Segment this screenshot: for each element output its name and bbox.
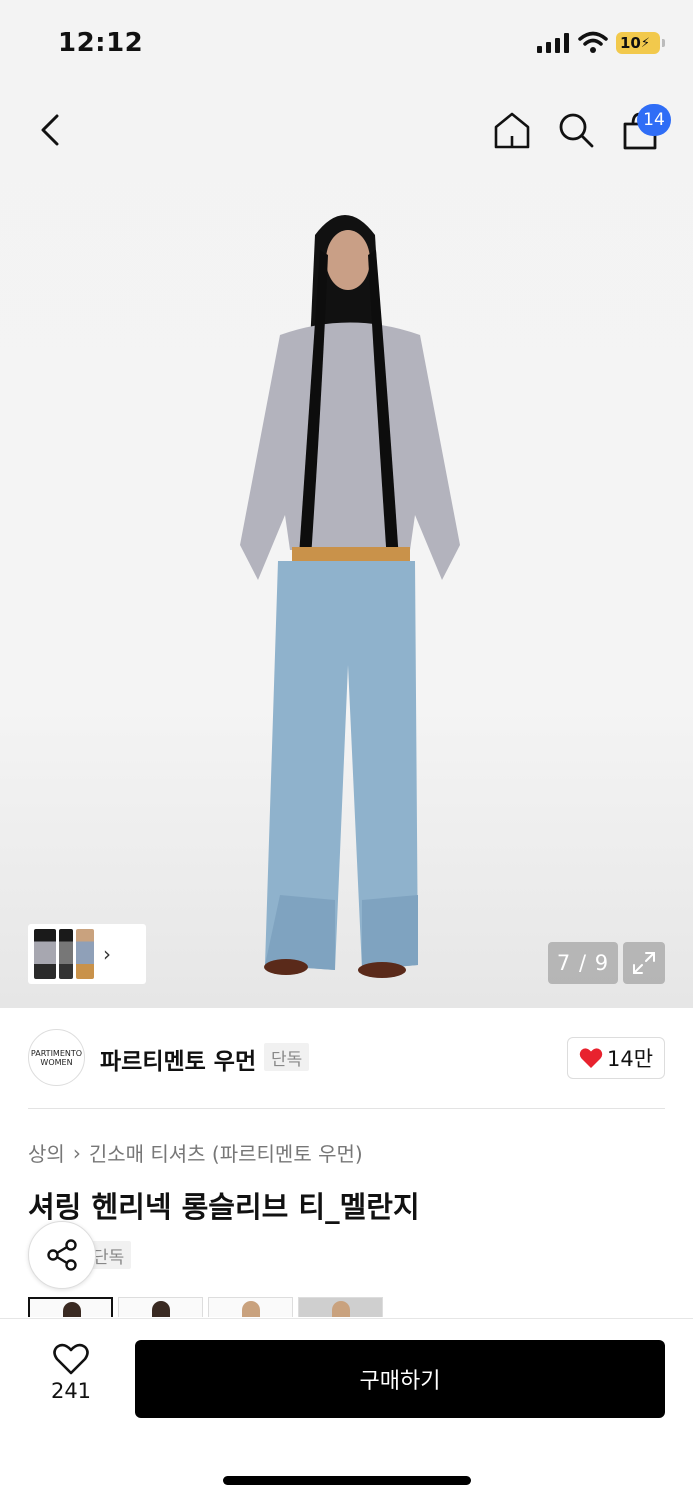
back-button[interactable] — [30, 108, 70, 152]
status-bar: 12:12 10 ⚡ — [0, 0, 693, 90]
battery-nub — [662, 39, 665, 47]
back-icon — [41, 114, 59, 146]
brand-name[interactable]: 파르티멘토 우먼 — [100, 1042, 256, 1076]
home-button[interactable] — [488, 106, 536, 154]
buy-button[interactable]: 구매하기 — [135, 1340, 665, 1418]
wifi-icon — [578, 31, 608, 53]
variant-thumbnail — [63, 1302, 81, 1317]
image-counter: 7 / 9 — [548, 942, 618, 984]
wishlist-count: 241 — [50, 1379, 92, 1403]
heart-outline-icon — [53, 1343, 89, 1375]
thumbnail-image — [59, 929, 73, 979]
chevron-right-icon: › — [72, 1140, 81, 1165]
expand-icon — [633, 952, 655, 974]
color-variant[interactable] — [208, 1297, 293, 1317]
variant-thumbnail — [332, 1301, 350, 1317]
signal-icon — [537, 33, 569, 53]
brand-logo-subtext: WOMEN — [40, 1057, 73, 1067]
color-variant[interactable] — [28, 1297, 113, 1317]
variant-thumbnail — [152, 1301, 170, 1317]
share-button[interactable] — [28, 1221, 96, 1289]
home-indicator — [223, 1476, 471, 1485]
heart-icon — [579, 1048, 603, 1068]
color-variant-list — [28, 1297, 383, 1317]
brand-logo[interactable]: PARTIMENTO WOMEN — [28, 1029, 85, 1086]
breadcrumb-subcategory[interactable]: 긴소매 티셔츠 (파르티멘토 우먼) — [89, 1138, 363, 1167]
breadcrumb-category[interactable]: 상의 — [28, 1138, 65, 1167]
exclusive-badge: 단독 — [264, 1043, 310, 1071]
product-image-gallery[interactable]: 14 › 7 / 9 — [0, 0, 693, 1008]
thumbnail-strip[interactable]: › — [28, 924, 146, 984]
brand-like-button[interactable]: 14만 — [567, 1037, 665, 1079]
share-icon — [47, 1239, 77, 1271]
variant-thumbnail — [242, 1301, 260, 1317]
wishlist-button[interactable]: 241 — [40, 1343, 102, 1415]
color-variant[interactable] — [118, 1297, 203, 1317]
brand-like-count: 14만 — [606, 1047, 654, 1071]
chevron-right-icon: › — [103, 942, 111, 966]
thumbnail-image — [76, 929, 94, 979]
thumbnail-image — [34, 929, 56, 979]
home-icon — [494, 112, 530, 149]
breadcrumb: 상의 › 긴소매 티셔츠 (파르티멘토 우먼) — [28, 1138, 363, 1167]
search-icon — [559, 113, 594, 148]
cart-count-badge: 14 — [637, 104, 671, 136]
brand-logo-text: PARTIMENTO — [30, 1048, 83, 1058]
product-photo — [240, 215, 460, 978]
battery-indicator: 10 ⚡ — [616, 32, 660, 54]
divider — [28, 1108, 665, 1109]
color-variant[interactable] — [298, 1297, 383, 1317]
search-button[interactable] — [552, 106, 600, 154]
status-time: 12:12 — [58, 28, 144, 58]
expand-button[interactable] — [623, 942, 665, 984]
charging-icon: ⚡ — [640, 35, 651, 51]
product-title: 셔링 헨리넥 롱슬리브 티_멜란지 — [28, 1190, 420, 1224]
battery-level: 10 — [620, 34, 641, 52]
